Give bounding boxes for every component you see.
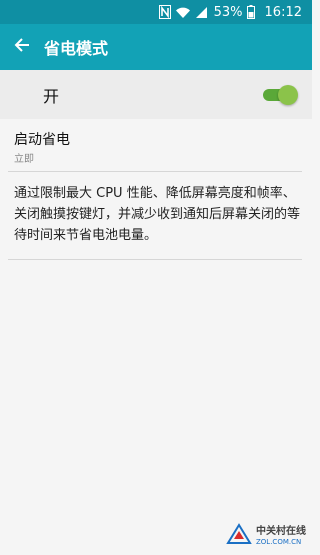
clock: 16:12 xyxy=(264,4,302,20)
battery-percent: 53% xyxy=(213,4,243,20)
master-toggle-label: 开 xyxy=(43,86,60,106)
watermark: 中关村在线 ZOL.COM.CN xyxy=(226,523,306,549)
status-icons: 53% 16:12 xyxy=(158,3,302,21)
arrow-left-icon xyxy=(14,37,30,57)
master-toggle-row[interactable]: 开 xyxy=(0,70,312,119)
watermark-name: 中关村在线 xyxy=(256,525,306,537)
divider xyxy=(8,259,302,260)
start-power-saving-value: 立即 xyxy=(14,154,34,165)
start-power-saving-item[interactable]: 启动省电 立即 xyxy=(0,119,312,171)
zol-logo-icon xyxy=(226,523,252,549)
page-title: 省电模式 xyxy=(44,39,109,58)
watermark-url: ZOL.COM.CN xyxy=(256,537,302,546)
switch-thumb xyxy=(278,85,298,105)
power-saving-switch[interactable] xyxy=(262,85,298,105)
app-bar: 省电模式 xyxy=(0,24,312,70)
start-power-saving-title: 启动省电 xyxy=(14,132,70,148)
divider xyxy=(8,171,302,172)
battery-icon xyxy=(246,5,255,19)
description-text: 通过限制最大 CPU 性能、降低屏幕亮度和帧率、关闭触摸按键灯，并减少收到通知后… xyxy=(14,186,301,243)
back-button[interactable] xyxy=(0,24,44,70)
signal-icon xyxy=(195,6,208,19)
status-bar: 53% 16:12 xyxy=(0,0,312,24)
wifi-icon xyxy=(175,6,191,19)
nfc-icon xyxy=(158,5,171,19)
